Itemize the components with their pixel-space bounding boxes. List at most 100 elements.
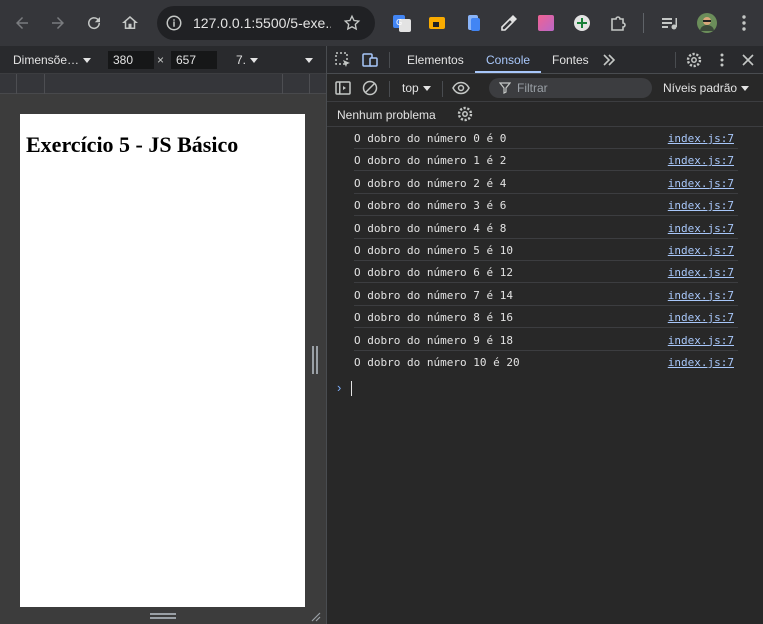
console-message: O dobro do número 0 é 0 index.js:7	[354, 127, 738, 149]
media-query-ruler[interactable]	[0, 74, 326, 94]
settings-gear-icon[interactable]	[685, 51, 703, 69]
source-link[interactable]: index.js:7	[668, 132, 734, 145]
zoom-label: 7.	[236, 53, 247, 67]
log-text: O dobro do número 1 é 2	[354, 154, 507, 168]
source-link[interactable]: index.js:7	[668, 311, 734, 324]
console-message: O dobro do número 3 é 6 index.js:7	[354, 194, 738, 217]
active-tab-indicator	[475, 71, 541, 73]
chevron-down-icon	[83, 58, 92, 64]
context-selector[interactable]: top	[402, 81, 431, 95]
extension-icon[interactable]	[427, 13, 447, 33]
eye-icon[interactable]	[452, 79, 470, 97]
forward-icon[interactable]	[44, 9, 72, 37]
devtools-panel: Elementos Console Fontes top Filtrar Nív…	[326, 46, 763, 624]
site-info-icon[interactable]	[165, 14, 183, 32]
width-input[interactable]: 380	[108, 51, 154, 69]
height-input[interactable]: 657	[171, 51, 217, 69]
tab-fontes[interactable]: Fontes	[552, 53, 589, 67]
puzzle-icon[interactable]	[608, 13, 628, 33]
ruler-tick	[282, 74, 283, 94]
back-icon[interactable]	[8, 9, 36, 37]
dimensions-dropdown[interactable]: Dimensõe…	[13, 53, 92, 67]
chevron-down-icon	[741, 86, 750, 92]
tab-divider	[675, 52, 676, 68]
log-text: O dobro do número 10 é 20	[354, 356, 520, 369]
avatar[interactable]	[697, 13, 717, 33]
reload-icon[interactable]	[80, 9, 108, 37]
source-link[interactable]: index.js:7	[668, 222, 734, 235]
log-text: O dobro do número 3 é 6	[354, 199, 507, 213]
issues-count[interactable]: Nenhum problema	[337, 108, 436, 122]
resize-corner-icon[interactable]	[309, 610, 321, 622]
console-message: O dobro do número 10 é 20 index.js:7	[354, 351, 738, 373]
dimensions-label: Dimensõe…	[13, 53, 80, 67]
console-input[interactable]	[351, 381, 352, 396]
home-icon[interactable]	[116, 9, 144, 37]
source-link[interactable]: index.js:7	[668, 289, 734, 302]
device-toolbar-icon[interactable]	[361, 51, 379, 69]
zoom-dropdown[interactable]: 7.	[236, 53, 259, 67]
svg-text:G: G	[396, 18, 402, 27]
console-message: O dobro do número 1 é 2 index.js:7	[354, 149, 738, 172]
toolbar-divider	[389, 81, 390, 97]
inspect-element-icon[interactable]	[334, 51, 352, 69]
source-link[interactable]: index.js:7	[668, 177, 734, 190]
sidebar-toggle-icon[interactable]	[334, 79, 352, 97]
plus-icon[interactable]	[572, 13, 592, 33]
more-icon[interactable]	[734, 13, 754, 33]
handle-line	[150, 613, 176, 615]
log-text: O dobro do número 0 é 0	[354, 132, 507, 145]
bookmark-star-icon[interactable]	[343, 14, 361, 32]
log-text: O dobro do número 9 é 18	[354, 333, 513, 347]
source-link[interactable]: index.js:7	[668, 244, 734, 257]
url-text: 127.0.0.1:5500/5-exe...	[193, 15, 331, 31]
clear-console-icon[interactable]	[361, 79, 379, 97]
console-message: O dobro do número 2 é 4 index.js:7	[354, 172, 738, 194]
extension-icon[interactable]	[464, 13, 484, 33]
kebab-menu-icon[interactable]	[713, 51, 731, 69]
source-link[interactable]: index.js:7	[668, 356, 734, 369]
source-link[interactable]: index.js:7	[668, 334, 734, 347]
handle-line	[150, 617, 176, 619]
media-icon[interactable]	[660, 13, 680, 33]
more-tabs-icon[interactable]	[600, 51, 618, 69]
resize-handle-right[interactable]	[311, 346, 319, 374]
extension-icon[interactable]	[536, 13, 556, 33]
browser-toolbar: 127.0.0.1:5500/5-exe... G	[0, 0, 763, 46]
tab-console[interactable]: Console	[486, 53, 530, 67]
source-link[interactable]: index.js:7	[668, 154, 734, 167]
filter-placeholder: Filtrar	[517, 81, 548, 95]
close-icon[interactable]	[739, 51, 757, 69]
log-text: O dobro do número 4 é 8	[354, 221, 507, 235]
ruler-tick	[16, 74, 17, 94]
handle-line	[316, 346, 318, 374]
ruler-tick	[309, 74, 310, 94]
tab-divider	[389, 52, 390, 68]
eyedropper-icon[interactable]	[499, 13, 519, 33]
device-toolbar: Dimensõe… 380 × 657 7.	[0, 46, 326, 74]
log-levels-dropdown[interactable]: Níveis padrão	[663, 81, 750, 95]
page-viewport: Exercício 5 - JS Básico	[20, 114, 305, 607]
log-text: O dobro do número 5 é 10	[354, 244, 513, 257]
context-label: top	[402, 81, 419, 95]
resize-handle-bottom[interactable]	[150, 612, 176, 620]
source-link[interactable]: index.js:7	[668, 266, 734, 279]
log-text: O dobro do número 6 é 12	[354, 266, 513, 280]
source-link[interactable]: index.js:7	[668, 199, 734, 212]
console-toolbar: top Filtrar Níveis padrão	[327, 75, 763, 102]
times-sign: ×	[157, 53, 165, 67]
console-message: O dobro do número 7 é 14 index.js:7	[354, 284, 738, 306]
toolbar-divider	[442, 81, 443, 97]
console-settings-gear-icon[interactable]	[456, 105, 474, 123]
device-options-icon[interactable]	[305, 58, 313, 63]
tab-elementos[interactable]: Elementos	[407, 53, 464, 67]
filter-input[interactable]: Filtrar	[489, 78, 652, 98]
address-bar[interactable]: 127.0.0.1:5500/5-exe...	[157, 6, 375, 40]
console-message: O dobro do número 6 é 12 index.js:7	[354, 261, 738, 284]
handle-line	[312, 346, 314, 374]
page-title: Exercício 5 - JS Básico	[26, 132, 239, 157]
google-translate-icon[interactable]: G	[392, 13, 412, 33]
console-message: O dobro do número 4 é 8 index.js:7	[354, 217, 738, 239]
chevron-down-icon	[422, 86, 431, 92]
console-message: O dobro do número 5 é 10 index.js:7	[354, 239, 738, 261]
